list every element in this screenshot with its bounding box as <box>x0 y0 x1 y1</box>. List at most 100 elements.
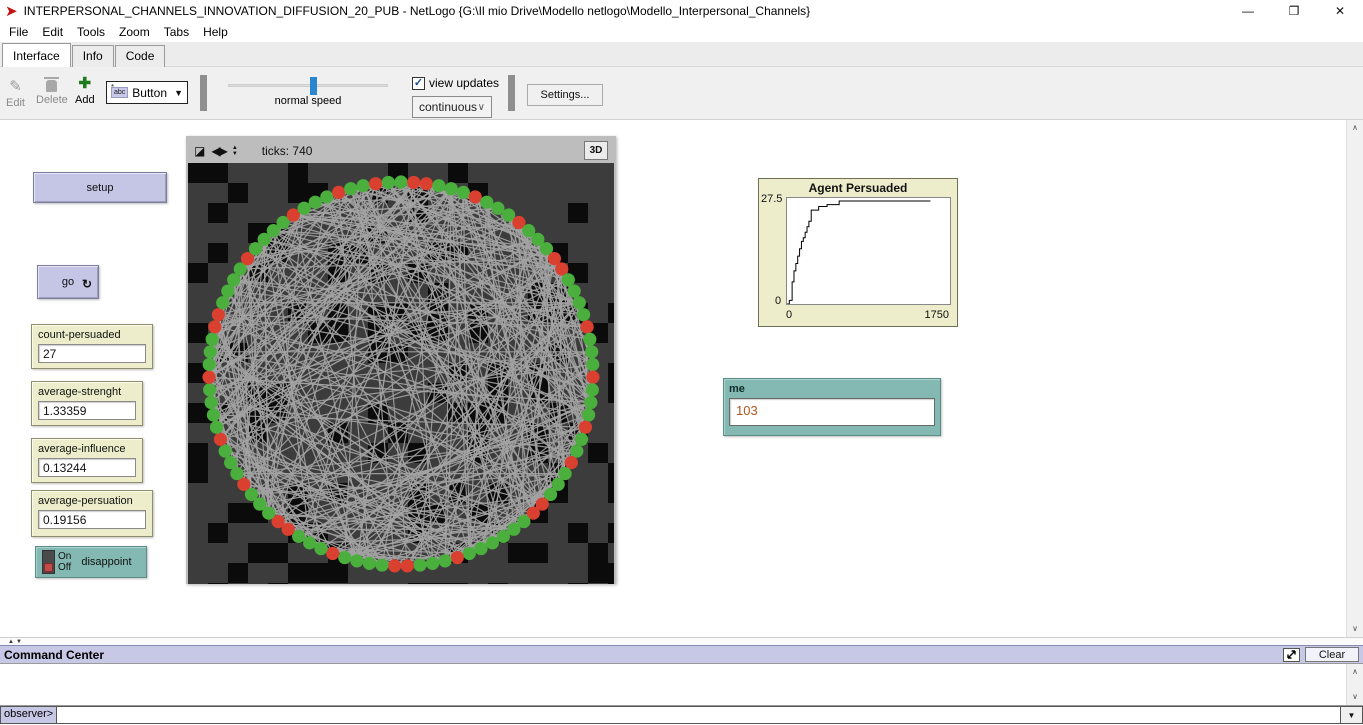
update-mode-value: continuous <box>419 100 477 114</box>
edit-label: Edit <box>6 97 25 109</box>
view-updates-label: view updates <box>429 76 499 90</box>
tab-info[interactable]: Info <box>72 45 114 67</box>
plot-ytick-max: 27.5 <box>761 193 782 205</box>
monitor-label: average-persuation <box>38 495 146 507</box>
menu-file[interactable]: File <box>2 23 35 41</box>
trash-icon <box>46 80 57 92</box>
monitor-value: 1.33359 <box>38 401 136 420</box>
command-prompt-row: observer> ▼ <box>0 706 1363 724</box>
monitor-value: 27 <box>38 344 146 363</box>
plot-area <box>786 197 951 305</box>
add-label: Add <box>75 94 95 106</box>
command-center-splitter[interactable]: ▲▼ <box>0 637 1363 645</box>
settings-button[interactable]: Settings... <box>527 84 603 106</box>
menu-help[interactable]: Help <box>196 23 235 41</box>
scroll-down-icon[interactable]: ∨ <box>1347 621 1363 637</box>
pencil-icon: ✎ <box>9 77 22 95</box>
dropdown-arrow-icon: ▼ <box>174 88 183 98</box>
menu-edit[interactable]: Edit <box>35 23 70 41</box>
switch-on-label: On <box>58 551 71 562</box>
diagonal-arrows-icon <box>1287 650 1296 659</box>
speed-slider[interactable]: normal speed <box>228 77 388 107</box>
delete-widget-button[interactable]: Delete <box>36 77 68 106</box>
menu-zoom[interactable]: Zoom <box>112 23 157 41</box>
horizontal-shift-icon[interactable]: ◀▶ <box>211 145 225 157</box>
setup-label: setup <box>87 182 114 194</box>
splitter-handle-icon[interactable]: ▲▼ <box>8 639 24 645</box>
world-view: ◪ ◀▶ ▲▼ ticks: 740 3D <box>186 136 616 584</box>
interact-mode-icon[interactable]: ◪ <box>194 145 205 157</box>
world-canvas[interactable] <box>188 163 614 584</box>
ticks-counter: ticks: 740 <box>262 144 584 158</box>
plot-pen-line <box>787 198 950 304</box>
restore-button[interactable]: ❐ <box>1271 0 1317 22</box>
world-header: ◪ ◀▶ ▲▼ ticks: 740 3D <box>188 138 614 163</box>
view-3d-button[interactable]: 3D <box>584 141 608 160</box>
scroll-up-icon[interactable]: ∧ <box>1347 664 1363 680</box>
delete-label: Delete <box>36 94 68 106</box>
expand-icon[interactable] <box>1283 648 1300 662</box>
speed-label: normal speed <box>228 95 388 107</box>
monitor-average-strenght: average-strenght 1.33359 <box>31 381 143 426</box>
menu-tools[interactable]: Tools <box>70 23 112 41</box>
close-button[interactable]: ✕ <box>1317 0 1363 22</box>
input-label: me <box>729 383 935 395</box>
setup-button[interactable]: setup <box>33 172 167 203</box>
observer-prompt-label[interactable]: observer> <box>0 706 57 724</box>
plot-xtick-max: 1750 <box>925 309 949 321</box>
speed-slider-track[interactable] <box>228 84 388 87</box>
abc-widget-icon: abc <box>111 87 128 98</box>
plot-agent-persuaded: Agent Persuaded 27.5 0 0 1750 <box>758 178 958 327</box>
go-button[interactable]: go ↻ <box>37 265 99 299</box>
chevron-down-icon: ∨ <box>478 102 485 113</box>
netlogo-logo-icon: ➤ <box>5 4 18 19</box>
input-value[interactable]: 103 <box>729 398 935 426</box>
update-mode-dropdown[interactable]: continuous ∨ <box>412 96 492 118</box>
title-bar: ➤ INTERPERSONAL_CHANNELS_INNOVATION_DIFF… <box>0 0 1363 22</box>
monitor-count-persuaded: count-persuaded 27 <box>31 324 153 369</box>
menu-bar: File Edit Tools Zoom Tabs Help <box>0 22 1363 42</box>
add-widget-button[interactable]: ✚ Add <box>75 76 95 106</box>
prompt-history-dropdown[interactable]: ▼ <box>1341 706 1363 724</box>
vertical-shift-icon[interactable]: ▲▼ <box>232 145 238 157</box>
clear-button[interactable]: Clear <box>1305 647 1359 662</box>
forever-icon: ↻ <box>82 277 92 291</box>
monitor-average-influence: average-influence 0.13244 <box>31 438 143 483</box>
view-updates-group: ✓ view updates continuous ∨ <box>412 76 499 118</box>
switch-track[interactable] <box>42 550 55 574</box>
monitor-value: 0.19156 <box>38 510 146 529</box>
switch-off-label: Off <box>58 562 71 573</box>
disappoint-switch[interactable]: On Off disappoint <box>35 546 147 578</box>
toolbar-separator <box>200 75 207 111</box>
command-center-output[interactable]: ∧ ∨ <box>0 663 1363 706</box>
view-updates-checkbox[interactable]: ✓ <box>412 77 425 90</box>
interface-canvas: setup go ↻ count-persuaded 27 average-st… <box>0 120 1363 637</box>
output-scrollbar[interactable]: ∧ ∨ <box>1346 664 1363 705</box>
tab-code[interactable]: Code <box>115 45 166 67</box>
monitor-label: average-influence <box>38 443 136 455</box>
command-input[interactable] <box>57 706 1341 724</box>
tab-bar: Interface Info Code <box>0 42 1363 67</box>
interface-toolbar: ✎ Edit Delete ✚ Add abc Button ▼ normal … <box>0 67 1363 120</box>
plot-ytick-min: 0 <box>775 295 781 307</box>
widget-type-dropdown[interactable]: abc Button ▼ <box>106 81 188 104</box>
speed-slider-thumb[interactable] <box>310 77 317 95</box>
menu-tabs[interactable]: Tabs <box>157 23 196 41</box>
plot-title: Agent Persuaded <box>759 179 957 195</box>
command-center-header: Command Center Clear <box>0 645 1363 663</box>
me-input-widget: me 103 <box>723 378 941 436</box>
monitor-average-persuation: average-persuation 0.19156 <box>31 490 153 537</box>
widget-type-value: Button <box>132 86 174 100</box>
minimize-button[interactable]: — <box>1225 0 1271 22</box>
edit-widget-button[interactable]: ✎ Edit <box>6 77 25 109</box>
toolbar-separator <box>508 75 515 111</box>
plus-icon: ✚ <box>79 76 92 92</box>
plot-xtick-min: 0 <box>786 309 792 321</box>
main-vertical-scrollbar[interactable]: ∧ ∨ <box>1346 120 1363 637</box>
scroll-up-icon[interactable]: ∧ <box>1347 120 1363 136</box>
command-center-title: Command Center <box>4 648 1283 662</box>
scroll-down-icon[interactable]: ∨ <box>1347 689 1363 705</box>
switch-handle[interactable] <box>44 563 53 572</box>
tab-interface[interactable]: Interface <box>2 43 71 67</box>
monitor-value: 0.13244 <box>38 458 136 477</box>
